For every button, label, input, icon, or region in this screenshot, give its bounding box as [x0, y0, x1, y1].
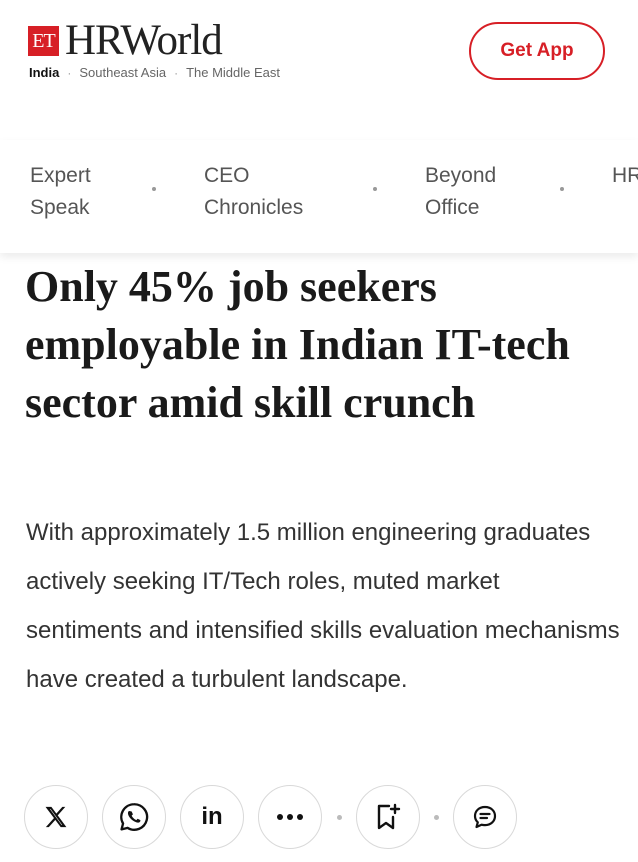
nav-item-expert-speak[interactable]: Expert Speak	[30, 160, 91, 224]
bookmark-button[interactable]	[356, 785, 420, 849]
region-separator: ·	[174, 65, 179, 80]
bookmark-add-icon	[377, 803, 401, 830]
share-whatsapp-button[interactable]	[102, 785, 166, 849]
share-x-button[interactable]	[24, 785, 88, 849]
region-separator: ·	[67, 65, 72, 80]
nav-item-label: HR	[612, 164, 638, 187]
nav-item-label: Chronicles	[204, 196, 304, 219]
section-nav: Expert Speak CEO Chronicles Beyond Offic…	[0, 140, 638, 253]
nav-separator	[373, 187, 377, 191]
nav-item-label: Expert	[30, 164, 91, 187]
region-southeast-asia[interactable]: Southeast Asia	[79, 65, 166, 80]
nav-item-ceo-chronicles[interactable]: CEO Chronicles	[204, 160, 303, 224]
region-india[interactable]: India	[29, 65, 59, 80]
share-more-button[interactable]	[258, 785, 322, 849]
whatsapp-icon	[120, 803, 149, 831]
site-header: ET HRWorld India · Southeast Asia · The …	[0, 0, 638, 120]
comment-icon	[473, 805, 497, 829]
region-selector: India · Southeast Asia · The Middle East	[29, 65, 280, 80]
share-separator	[434, 815, 439, 820]
linkedin-icon: in	[201, 803, 223, 830]
nav-item-label: Speak	[30, 196, 90, 219]
more-icon	[277, 814, 303, 820]
comment-button[interactable]	[453, 785, 517, 849]
hrworld-logo[interactable]: ET HRWorld	[28, 17, 223, 64]
article-headline: Only 45% job seekers employable in India…	[25, 262, 570, 427]
get-app-button[interactable]: Get App	[469, 22, 605, 80]
nav-item-label: Office	[425, 196, 480, 219]
x-twitter-icon	[45, 806, 67, 828]
nav-item-hr[interactable]: HR	[612, 160, 638, 192]
nav-separator	[560, 187, 564, 191]
nav-item-label: Beyond	[425, 164, 497, 187]
et-logo-badge: ET	[28, 26, 59, 56]
share-separator	[337, 815, 342, 820]
nav-item-beyond-office[interactable]: Beyond Office	[425, 160, 496, 224]
region-middle-east[interactable]: The Middle East	[186, 65, 280, 80]
article-summary: With approximately 1.5 million engineeri…	[26, 519, 620, 693]
share-linkedin-button[interactable]: in	[180, 785, 244, 849]
nav-item-label: CEO	[204, 164, 250, 187]
nav-separator	[152, 187, 156, 191]
logo-text: HRWorld	[65, 17, 223, 64]
